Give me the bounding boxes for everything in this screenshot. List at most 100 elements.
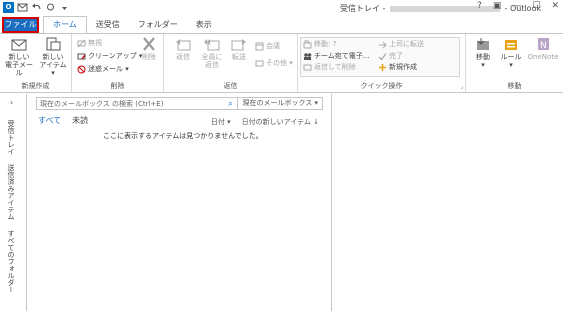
minimize-button[interactable]: — — [512, 1, 521, 11]
ignore-button[interactable]: 無視 — [77, 38, 102, 49]
group-respond-label: 返信 — [223, 82, 238, 90]
close-button[interactable]: ✕ — [551, 1, 559, 11]
tab-home[interactable]: ホーム — [43, 16, 87, 33]
group-move: 移動 ▾ ルール ▾ N OneNote 移動 — [466, 34, 563, 92]
junk-label: 迷惑メール ▾ — [88, 65, 129, 73]
maximize-button[interactable]: ☐ — [532, 1, 540, 11]
customize-qat-icon[interactable] — [59, 2, 70, 13]
group-respond: 返信 全員に 返信 転送 会議 その他 ▾ 返信 — [164, 34, 298, 92]
quick-step-move[interactable]: 移動: ? — [303, 39, 336, 50]
meeting-icon — [255, 42, 264, 51]
help-button[interactable]: ? — [477, 1, 482, 11]
new-items-icon — [46, 37, 61, 51]
reply-button[interactable]: 返信 — [168, 37, 198, 61]
ignore-icon — [77, 39, 86, 48]
window-title-prefix: 受信トレイ - — [340, 4, 388, 13]
quick-access-toolbar: O — [3, 2, 70, 13]
move-label: 移動 ▾ — [476, 53, 490, 69]
quick-step-move-label: 移動: ? — [314, 40, 337, 48]
more-respond-icon — [255, 60, 264, 67]
quick-step-create-new-label: 新規作成 — [389, 63, 417, 71]
tab-file[interactable]: ファイル — [2, 17, 39, 33]
more-respond-button[interactable]: その他 ▾ — [255, 58, 293, 69]
folder-all[interactable]: すべてのフォルダー — [6, 230, 16, 293]
quick-step-team-email[interactable]: チーム宛て電子... — [303, 51, 369, 62]
new-email-label: 新しい 電子メール — [5, 53, 33, 77]
delete-label: 削除 — [142, 53, 156, 61]
create-new-icon — [379, 64, 386, 71]
group-new-label: 新規作成 — [21, 82, 50, 90]
group-delete-label: 削除 — [110, 82, 125, 90]
search-input[interactable]: 現在のメールボックス の検索 (Ctrl+E) — [37, 99, 223, 109]
onenote-button[interactable]: N OneNote — [525, 37, 561, 61]
delete-icon — [143, 37, 155, 51]
ignore-label: 無視 — [88, 39, 102, 47]
quick-step-done[interactable]: 完了 — [378, 51, 403, 62]
forward-button[interactable]: 転送 — [224, 37, 254, 61]
junk-button[interactable]: 迷惑メール ▾ — [77, 64, 129, 75]
quick-step-to-manager[interactable]: 上司に転送 — [378, 39, 424, 50]
reply-icon — [176, 39, 191, 51]
svg-text:N: N — [540, 41, 547, 51]
rules-label: ルール ▾ — [500, 53, 522, 69]
forward-label: 転送 — [232, 53, 246, 61]
quick-step-create-new[interactable]: 新規作成 — [378, 62, 417, 73]
outlook-app-icon[interactable]: O — [3, 2, 14, 13]
reply-label: 返信 — [176, 53, 190, 61]
new-email-button[interactable]: 新しい 電子メール — [4, 37, 34, 77]
rules-button[interactable]: ルール ▾ — [496, 37, 526, 69]
folder-inbox[interactable]: 受信トレイ — [6, 120, 16, 155]
group-delete: 無視 クリーンアップ ▾ 迷惑メール ▾ 削除 削除 — [72, 34, 164, 92]
onenote-icon: N — [538, 38, 549, 51]
new-items-label: 新しい アイテム ▾ — [39, 53, 67, 77]
list-filters: すべて 未読 — [38, 115, 88, 126]
undo-icon[interactable] — [31, 2, 42, 13]
tab-view[interactable]: 表示 — [187, 17, 221, 33]
junk-icon — [77, 65, 86, 74]
send-receive-all-icon[interactable] — [17, 2, 28, 13]
tab-folder[interactable]: フォルダー — [129, 17, 187, 33]
ribbon: 新しい 電子メール 新しい アイテム ▾ 新規作成 無視 クリーンアップ ▾ 迷… — [0, 33, 563, 93]
dialog-launcher-icon[interactable]: ⌟ — [460, 83, 463, 90]
touch-mode-icon[interactable] — [45, 2, 56, 13]
more-respond-label: その他 ▾ — [266, 59, 293, 67]
move-button[interactable]: 移動 ▾ — [468, 37, 498, 69]
delete-button[interactable]: 削除 — [134, 37, 164, 61]
group-move-label: 移動 — [507, 82, 522, 90]
filter-unread[interactable]: 未読 — [72, 115, 88, 126]
quick-step-reply-delete-label: 返信して削除 — [314, 63, 356, 71]
reply-delete-icon — [303, 64, 312, 71]
done-check-icon — [378, 53, 387, 61]
folder-sent[interactable]: 送信済みアイテム — [6, 164, 16, 220]
search-box[interactable]: 現在のメールボックス の検索 (Ctrl+E) ⌕ 現在のメールボックス ▾ — [36, 97, 323, 110]
sort-by-dropdown[interactable]: 日付 ▾ — [211, 117, 231, 127]
quick-step-to-manager-label: 上司に転送 — [389, 40, 424, 48]
meeting-label: 会議 — [266, 42, 280, 50]
tab-send-receive[interactable]: 送受信 — [87, 17, 129, 33]
rules-icon — [505, 40, 517, 50]
group-quick-steps: 移動: ? チーム宛て電子... 返信して削除 上司に転送 完了 新規作成 クイ… — [298, 34, 466, 92]
quick-step-team-email-label: チーム宛て電子... — [314, 52, 370, 60]
sort-order-toggle[interactable]: 日付の新しいアイテム ↓ — [242, 117, 319, 127]
search-scope-dropdown[interactable]: 現在のメールボックス ▾ — [237, 98, 322, 109]
reply-all-label: 全員に 返信 — [201, 53, 223, 69]
empty-list-message: ここに表示するアイテムは見つかりませんでした。 — [103, 132, 263, 140]
forward-icon — [231, 39, 246, 51]
reply-all-button[interactable]: 全員に 返信 — [197, 37, 227, 69]
cleanup-icon — [77, 53, 86, 60]
meeting-button[interactable]: 会議 — [255, 41, 280, 52]
window-controls: ? ▣ — ☐ ✕ — [477, 1, 559, 11]
title-bar: O 受信トレイ - - Outlook ? ▣ — ☐ ✕ — [0, 0, 563, 16]
to-manager-icon — [379, 41, 387, 49]
filter-all[interactable]: すべて — [38, 115, 61, 126]
sort-controls: 日付 ▾ 日付の新しいアイテム ↓ — [211, 117, 319, 127]
move-icon — [477, 38, 489, 50]
expand-folder-pane-icon[interactable]: › — [10, 98, 13, 107]
move-to-icon — [303, 40, 312, 49]
search-icon[interactable]: ⌕ — [223, 99, 237, 109]
cleanup-button[interactable]: クリーンアップ ▾ — [77, 51, 142, 62]
team-email-icon — [304, 53, 312, 60]
ribbon-display-button[interactable]: ▣ — [493, 1, 502, 11]
new-items-button[interactable]: 新しい アイテム ▾ — [38, 37, 68, 77]
quick-step-reply-delete[interactable]: 返信して削除 — [303, 62, 356, 73]
